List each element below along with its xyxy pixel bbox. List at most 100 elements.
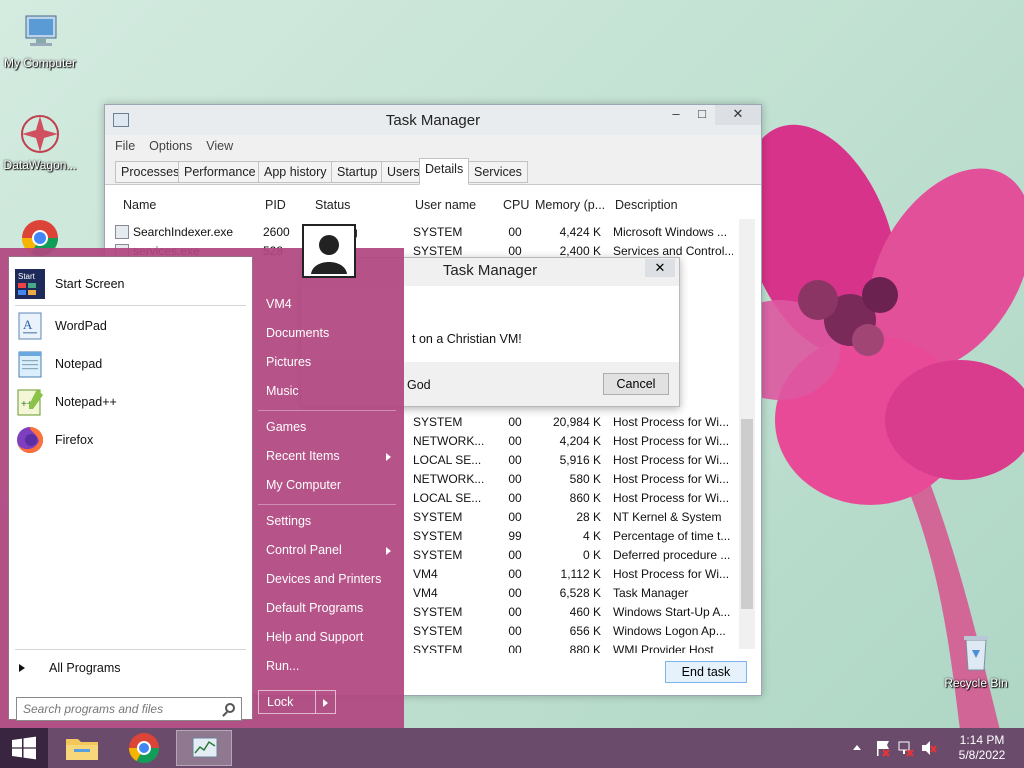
maximize-button[interactable]: □	[687, 105, 717, 125]
title-bar[interactable]: Task Manager – □ ✕	[105, 105, 761, 135]
start-item-devices-and-printers[interactable]: Devices and Printers	[266, 572, 381, 586]
pinned-start-screen[interactable]: Start Start Screen	[15, 267, 124, 301]
cancel-button[interactable]: Cancel	[603, 373, 669, 395]
notepad-icon	[15, 349, 45, 379]
desktop-icon-label: DataWagon...	[3, 158, 77, 172]
cell-mem: 6,528 K	[559, 586, 601, 600]
pinned-firefox[interactable]: Firefox	[15, 423, 93, 457]
action-center-flag-icon[interactable]	[874, 728, 892, 768]
end-task-button[interactable]: End task	[665, 661, 747, 683]
desktop-icon-label: My Computer	[3, 56, 77, 70]
cell-cpu: 00	[508, 567, 522, 581]
start-item-settings[interactable]: Settings	[266, 514, 311, 528]
start-item-games[interactable]: Games	[266, 420, 306, 434]
column-header-pid[interactable]: PID	[261, 193, 286, 219]
system-clock[interactable]: 1:14 PM 5/8/2022	[954, 733, 1010, 763]
start-button[interactable]	[0, 728, 48, 768]
desktop-icon-datawagon[interactable]: DataWagon...	[0, 112, 80, 172]
menu-view[interactable]: View	[206, 139, 233, 153]
divider	[15, 649, 246, 650]
vertical-scrollbar[interactable]	[739, 219, 755, 649]
cell-cpu: 99	[508, 529, 522, 543]
cell-mem: 4,204 K	[559, 434, 601, 448]
cell-desc: Host Process for Wi...	[613, 567, 730, 581]
start-item-run[interactable]: Run...	[266, 659, 299, 673]
tab-services[interactable]: Services	[468, 161, 528, 183]
start-item-recent-items[interactable]: Recent Items	[266, 449, 391, 463]
cell-user: NETWORK...	[413, 434, 485, 448]
pinned-wordpad[interactable]: A WordPad	[15, 309, 107, 343]
cell-mem: 1,112 K	[560, 567, 601, 581]
column-header-status[interactable]: Status	[311, 193, 350, 219]
tab-details[interactable]: Details	[419, 158, 470, 185]
chevron-right-icon[interactable]	[323, 699, 328, 707]
cell-user: VM4	[413, 567, 438, 581]
desktop-icon-recycle-bin[interactable]: Recycle Bin	[936, 630, 1016, 690]
cell-user: SYSTEM	[413, 605, 463, 619]
cell-user: NETWORK...	[413, 472, 485, 486]
menu-options[interactable]: Options	[149, 139, 192, 153]
cell-user: SYSTEM	[413, 244, 463, 258]
pinned-notepad[interactable]: Notepad	[15, 347, 102, 381]
pinned-label: WordPad	[55, 319, 107, 333]
cell-desc: Host Process for Wi...	[613, 453, 730, 467]
tab-processes[interactable]: Processes	[115, 161, 186, 183]
cell-desc: Host Process for Wi...	[613, 434, 730, 448]
taskbar-chrome[interactable]	[116, 730, 172, 766]
scrollbar-thumb[interactable]	[741, 419, 753, 609]
start-item-control-panel[interactable]: Control Panel	[266, 543, 391, 557]
pinned-notepadpp[interactable]: ++ Notepad++	[15, 385, 117, 419]
volume-muted-icon[interactable]	[920, 728, 938, 768]
svg-text:Start: Start	[18, 272, 36, 281]
cell-desc: Deferred procedure ...	[613, 548, 731, 562]
menu-file[interactable]: File	[115, 139, 135, 153]
search-input[interactable]: Search programs and files	[16, 697, 242, 721]
start-item-default-programs[interactable]: Default Programs	[266, 601, 363, 615]
cell-desc: Windows Start-Up A...	[613, 605, 731, 619]
start-item-documents[interactable]: Documents	[266, 326, 329, 340]
task-manager-icon	[192, 737, 218, 758]
user-avatar[interactable]	[302, 224, 356, 278]
pinned-label: Firefox	[55, 433, 94, 447]
start-item-label: Control Panel	[266, 543, 342, 557]
column-header-memory[interactable]: Memory (p...	[531, 193, 605, 219]
tab-app-history[interactable]: App history	[258, 161, 333, 183]
column-header-description[interactable]: Description	[611, 193, 678, 219]
column-header-name[interactable]: Name	[119, 193, 156, 219]
pinned-label: Start Screen	[55, 277, 125, 291]
start-item-pictures[interactable]: Pictures	[266, 355, 311, 369]
cell-name: SearchIndexer.exe	[133, 225, 234, 239]
start-item-vm4[interactable]: VM4	[266, 297, 292, 311]
desktop-icon-my-computer[interactable]: My Computer	[0, 10, 80, 70]
start-item-my-computer[interactable]: My Computer	[266, 478, 341, 492]
cell-user: SYSTEM	[413, 643, 463, 653]
start-item-label: Devices and Printers	[266, 572, 382, 586]
lock-button[interactable]: Lock	[258, 690, 336, 714]
all-programs-button[interactable]: All Programs	[19, 661, 121, 675]
cell-user: SYSTEM	[413, 624, 463, 638]
search-icon[interactable]	[225, 703, 235, 713]
start-item-music[interactable]: Music	[266, 384, 299, 398]
column-header-user-name[interactable]: User name	[411, 193, 476, 219]
start-item-help-and-support[interactable]: Help and Support	[266, 630, 363, 644]
tab-startup[interactable]: Startup	[331, 161, 384, 183]
taskbar-task-manager[interactable]	[176, 730, 232, 766]
notepadpp-icon: ++	[15, 387, 45, 417]
cell-mem: 580 K	[569, 472, 601, 486]
show-hidden-icons-button[interactable]	[850, 728, 864, 768]
tab-performance[interactable]: Performance	[178, 161, 262, 183]
start-menu: Start Start Screen A WordPad Notepad ++ …	[0, 224, 404, 728]
column-header-cpu[interactable]: CPU	[499, 193, 529, 219]
close-button[interactable]: ✕	[715, 105, 761, 125]
start-item-label: Default Programs	[266, 601, 364, 615]
cell-desc: Host Process for Wi...	[613, 415, 730, 429]
taskbar-file-explorer[interactable]	[54, 730, 110, 766]
start-item-label: Help and Support	[266, 630, 364, 644]
cell-desc: NT Kernel & System	[613, 510, 722, 524]
network-icon[interactable]	[897, 728, 915, 768]
start-menu-programs-panel: Start Start Screen A WordPad Notepad ++ …	[8, 256, 253, 721]
cell-cpu: 00	[508, 605, 522, 619]
table-row[interactable]: SearchIndexer.exe2600RunningSYSTEM004,42…	[111, 223, 739, 242]
dialog-close-button[interactable]: ✕	[645, 259, 675, 277]
chevron-right-icon	[386, 453, 391, 461]
